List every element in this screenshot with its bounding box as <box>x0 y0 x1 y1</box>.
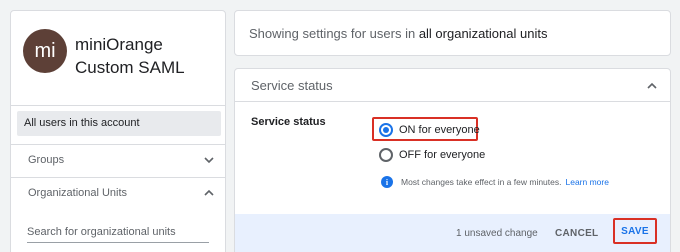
radio-on-everyone[interactable]: ON for everyone <box>379 119 480 141</box>
info-text: Most changes take effect in a few minute… <box>401 177 562 187</box>
left-panel: mi miniOrange Custom SAML All users in t… <box>10 10 226 252</box>
cancel-button[interactable]: CANCEL <box>555 228 598 239</box>
radio-checked-icon[interactable] <box>379 123 393 137</box>
scope-bar: Showing settings for users in all organi… <box>234 10 671 56</box>
chevron-up-icon[interactable] <box>646 80 658 92</box>
chevron-up-icon[interactable] <box>203 187 215 199</box>
radio-unchecked-icon[interactable] <box>379 148 393 162</box>
setting-label: Service status <box>251 116 326 128</box>
save-button[interactable]: SAVE <box>613 218 657 244</box>
info-row: i Most changes take effect in a few minu… <box>381 176 609 188</box>
card-header[interactable]: Service status <box>235 69 670 102</box>
app-name: miniOrange Custom SAML <box>75 35 185 77</box>
groups-section[interactable]: Groups <box>11 145 225 175</box>
org-units-section[interactable]: Organizational Units <box>11 178 225 208</box>
ou-item-all-users[interactable]: All users in this account <box>17 111 221 136</box>
card-footer: 1 unsaved change CANCEL SAVE <box>235 214 670 252</box>
radio-on-label: ON for everyone <box>399 124 480 136</box>
card-title: Service status <box>251 78 333 93</box>
radio-off-label: OFF for everyone <box>399 149 486 161</box>
app-header: mi miniOrange Custom SAML <box>11 11 225 105</box>
divider <box>11 105 225 106</box>
unsaved-change-text: 1 unsaved change <box>456 228 538 239</box>
scope-prefix: Showing settings for users in <box>249 26 419 41</box>
service-status-card: Service status Service status ON for eve… <box>234 68 671 252</box>
ou-search-input[interactable] <box>27 221 209 243</box>
chevron-down-icon[interactable] <box>203 154 215 166</box>
groups-label: Groups <box>28 154 65 166</box>
radio-off-everyone[interactable]: OFF for everyone <box>379 144 485 166</box>
learn-more-link[interactable]: Learn more <box>565 177 608 187</box>
app-avatar: mi <box>23 29 67 73</box>
org-units-label: Organizational Units <box>28 187 128 199</box>
scope-value: all organizational units <box>418 26 548 41</box>
info-icon: i <box>381 176 393 188</box>
